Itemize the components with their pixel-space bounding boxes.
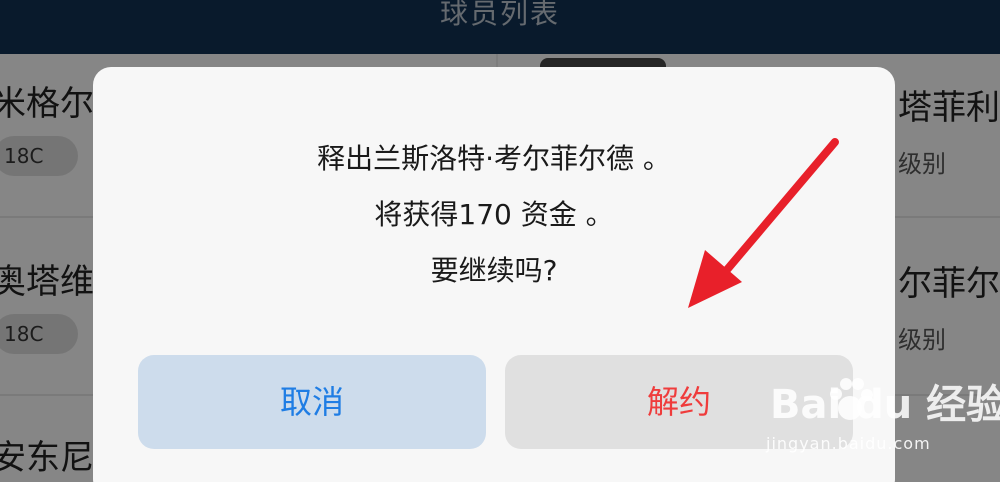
watermark-logo: Bai du 经验: [770, 382, 1000, 428]
cancel-button[interactable]: 取消: [138, 355, 486, 449]
message-line-confirm: 要继续吗?: [430, 254, 558, 287]
watermark-url: jingyan.baidu.com: [766, 434, 931, 453]
player-list-screen: 球员列表 米格尔 18C 奥塔维 18C 安东尼 塔菲利 级别 尔菲尔 级别 释…: [0, 0, 1000, 482]
baidu-jingyan-watermark: Bai du 经验 jingyan.baidu.com: [760, 372, 1000, 472]
message-line-funds: 将获得170 资金 。: [374, 198, 614, 231]
dialog-message: 释出兰斯洛特·考尔菲尔德 。 将获得170 资金 。 要继续吗?: [93, 131, 895, 299]
message-line-release-player: 释出兰斯洛特·考尔菲尔德 。: [317, 142, 671, 175]
